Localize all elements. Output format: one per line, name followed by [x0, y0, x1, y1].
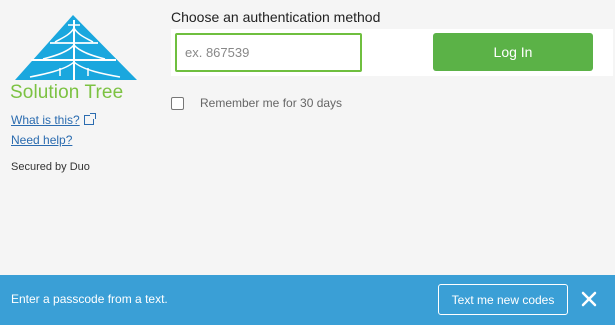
- brand-name: Solution Tree: [10, 82, 124, 103]
- duo-auth-page: Solution Tree What is this? Need help? S…: [0, 0, 615, 325]
- close-icon[interactable]: [580, 290, 598, 308]
- notice-message: Enter a passcode from a text.: [11, 292, 168, 306]
- solution-tree-logo-icon: [15, 15, 137, 80]
- need-help-link[interactable]: Need help?: [11, 133, 72, 147]
- remember-me-label: Remember me for 30 days: [200, 96, 343, 110]
- remember-me-checkbox[interactable]: [171, 96, 184, 110]
- text-me-new-codes-button[interactable]: Text me new codes: [438, 284, 568, 315]
- passcode-input[interactable]: [175, 33, 362, 72]
- secured-by-text: Secured by Duo: [11, 161, 90, 173]
- notice-bar: Enter a passcode from a text. Text me ne…: [0, 275, 615, 325]
- auth-method-title: Choose an authentication method: [171, 9, 381, 25]
- external-link-icon: [83, 113, 96, 125]
- remember-me-row[interactable]: Remember me for 30 days: [171, 96, 342, 110]
- what-is-this-link[interactable]: What is this?: [11, 113, 80, 127]
- login-button[interactable]: Log In: [433, 33, 593, 71]
- help-links: What is this? Need help?: [11, 110, 96, 150]
